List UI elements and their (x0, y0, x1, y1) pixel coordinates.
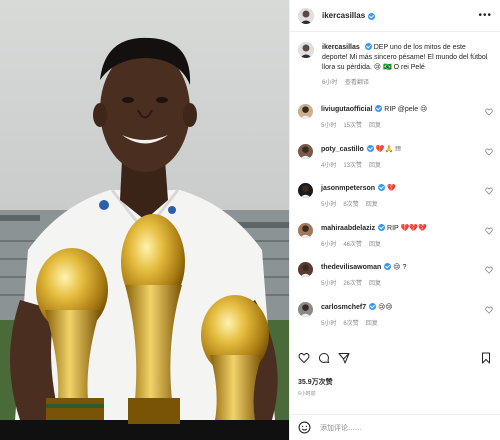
verified-badge-icon (368, 13, 376, 20)
translate-link[interactable]: 查看翻译 (345, 80, 369, 86)
share-paper-plane-icon[interactable] (338, 352, 350, 364)
caption-avatar[interactable] (298, 42, 314, 58)
comment-time: 5小时 (321, 123, 337, 129)
post-header: ikercasillas ••• (290, 0, 500, 32)
comment-like-heart-icon[interactable] (485, 148, 493, 156)
comment-item: mahiraabdelaziz RIP 💔💔💔 6小时 46次赞 回复 (290, 222, 500, 263)
comment-time: 5小时 (321, 202, 337, 208)
verified-badge-icon (375, 105, 383, 112)
commenter-avatar[interactable] (298, 222, 313, 238)
comment-like-count[interactable]: 8次赞 (343, 202, 358, 208)
comment-input[interactable]: 添加评论…… (320, 423, 362, 433)
comment-text: 😢 ? (393, 264, 407, 271)
comment-like-heart-icon[interactable] (485, 266, 493, 274)
comment-like-heart-icon[interactable] (485, 108, 493, 116)
comment-like-count[interactable]: 6次赞 (343, 321, 358, 327)
reply-button[interactable]: 回复 (369, 242, 381, 248)
comment-item: liviugutaofficial RIP @pele 😢 5小时 15次赞 回复 (290, 104, 500, 144)
add-comment-bar: 添加评论…… (290, 414, 500, 440)
commenter-username[interactable]: thedevilisawoman (321, 264, 381, 271)
action-bar (298, 352, 350, 364)
comment-text: RIP 💔💔💔 (387, 224, 427, 232)
commenter-username[interactable]: poty_castillo (321, 146, 364, 153)
caption-time: 6小时 (322, 80, 338, 86)
comment-text: 💔🙏 !!! (375, 145, 401, 153)
commenter-avatar[interactable] (298, 143, 313, 159)
more-options-button[interactable]: ••• (478, 10, 492, 21)
comment-item: poty_castillo 💔🙏 !!! 4小时 13次赞 回复 (290, 143, 500, 184)
comment-bubble-icon[interactable] (318, 352, 330, 364)
commenter-avatar[interactable] (298, 301, 313, 317)
commenter-username[interactable]: mahiraabdelaziz (321, 225, 375, 232)
commenter-username[interactable]: jasonmpeterson (321, 185, 375, 192)
post-photo (0, 0, 289, 440)
reply-button[interactable]: 回复 (369, 163, 381, 169)
comment-text: RIP @pele 😢 (384, 106, 428, 113)
reply-button[interactable]: 回复 (366, 321, 378, 327)
comment-text: 😢😢 (378, 303, 393, 311)
comment-like-count[interactable]: 13次赞 (343, 163, 362, 169)
comment-time: 5小时 (321, 281, 337, 287)
comment-time: 4小时 (321, 162, 337, 169)
verified-badge-icon (384, 263, 392, 270)
comment-like-count[interactable]: 46次赞 (343, 242, 362, 248)
reply-button[interactable]: 回复 (366, 202, 378, 208)
reply-button[interactable]: 回复 (369, 123, 381, 129)
comment-item: carlosmchef7 😢😢 5小时 6次赞 回复 (290, 301, 500, 342)
verified-badge-icon (366, 144, 374, 152)
post-caption: ikercasillas DEP uno de los mitos de est… (290, 32, 500, 88)
verified-badge-icon (378, 184, 386, 191)
commenter-username[interactable]: carlosmchef7 (321, 304, 366, 311)
comment-like-count[interactable]: 26次赞 (343, 281, 362, 287)
author-username[interactable]: ikercasillas (322, 11, 365, 20)
comment-item: jasonmpeterson 💔 5小时 8次赞 回复 (290, 183, 500, 223)
post-time: 6小时前 (298, 391, 316, 397)
comment-text: 💔 (387, 185, 396, 192)
caption-username[interactable]: ikercasillas (322, 44, 360, 51)
comment-time: 5小时 (321, 320, 337, 327)
comment-like-heart-icon[interactable] (485, 306, 493, 314)
post-image[interactable] (0, 0, 289, 440)
commenter-avatar[interactable] (298, 104, 313, 119)
commenter-username[interactable]: liviugutaofficial (321, 106, 372, 113)
comment-item: thedevilisawoman 😢 ? 5小时 26次赞 回复 (290, 262, 500, 302)
verified-badge-icon (369, 302, 377, 310)
post-sidebar: ikercasillas ••• ikercasillas DEP uno de… (289, 0, 500, 440)
like-count[interactable]: 35.9万次赞 (298, 377, 333, 387)
like-heart-icon[interactable] (298, 352, 310, 364)
verified-badge-icon (378, 223, 386, 231)
author-avatar[interactable] (298, 7, 314, 24)
comment-like-heart-icon[interactable] (485, 227, 493, 235)
comment-like-heart-icon[interactable] (485, 187, 493, 195)
reply-button[interactable]: 回复 (369, 281, 381, 287)
comment-time: 6小时 (321, 241, 337, 248)
save-bookmark-icon[interactable] (480, 352, 492, 364)
comment-list: liviugutaofficial RIP @pele 😢 5小时 15次赞 回复 po… (290, 104, 500, 341)
verified-badge-icon (364, 43, 372, 50)
comment-like-count[interactable]: 15次赞 (343, 123, 362, 129)
commenter-avatar[interactable] (298, 183, 313, 198)
emoji-smiley-icon[interactable] (298, 421, 311, 434)
commenter-avatar[interactable] (298, 262, 313, 277)
